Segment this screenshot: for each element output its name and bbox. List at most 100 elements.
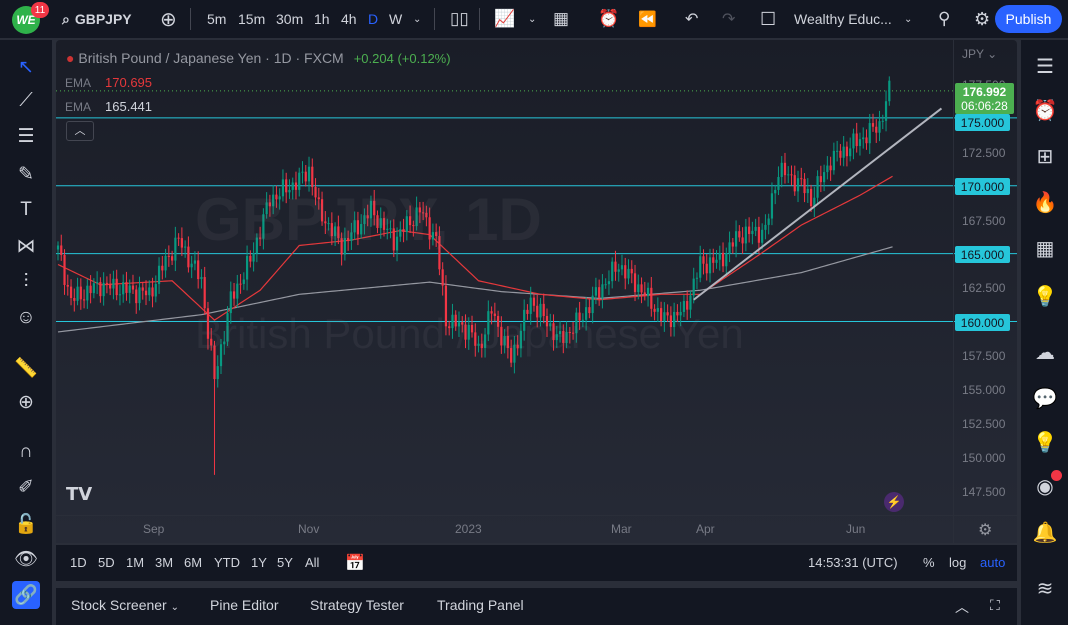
symbol-search[interactable]: ⌕ GBPJPY <box>62 0 132 38</box>
ema-slow-value: 165.441 <box>105 99 153 114</box>
link-icon[interactable]: 🔗 <box>12 581 40 609</box>
candle-body <box>702 256 705 264</box>
emoji-icon[interactable]: ☺ <box>12 304 40 332</box>
calendar-icon[interactable]: ▦ <box>1029 232 1061 264</box>
interval-15m[interactable]: 15m <box>238 0 265 38</box>
price-chart[interactable] <box>56 40 1017 543</box>
ideas-lightbulb-icon[interactable]: 💡 <box>1029 280 1061 312</box>
horizontal-lines-icon[interactable]: ☰ <box>12 122 40 150</box>
tab-pine-editor[interactable]: Pine Editor <box>210 597 278 613</box>
candles-icon[interactable]: ▯▯ <box>450 0 469 38</box>
lock-icon[interactable]: 🔓 <box>12 510 40 538</box>
trendline-tool-icon[interactable]: ⟋ <box>12 87 40 115</box>
lock-drawing-icon[interactable]: ✐ <box>12 473 40 501</box>
top-toolbar: WE 11 ⌕ GBPJPY ⊕ 5m 15m 30m 1h 4h D W ⌄ ▯… <box>0 0 1068 38</box>
cursor-icon[interactable]: ↖ <box>12 53 40 81</box>
candle-body <box>715 259 718 263</box>
range-ytd[interactable]: YTD <box>214 555 240 570</box>
log-toggle[interactable]: log <box>949 555 966 570</box>
alarm-clock-icon[interactable]: ⏰ <box>1029 94 1061 126</box>
interval-1h[interactable]: 1h <box>314 0 330 38</box>
zoom-in-icon[interactable]: ⊕ <box>12 388 40 416</box>
interval-4h[interactable]: 4h <box>341 0 357 38</box>
candle-body <box>56 245 60 250</box>
undo-icon[interactable]: ↶ <box>685 0 698 38</box>
maximize-panel-icon[interactable]: ⛶ <box>990 597 1000 614</box>
candle-body <box>135 289 138 304</box>
collapse-legend-button[interactable]: ︿ <box>66 121 94 141</box>
candle-body <box>128 285 131 293</box>
candle-body <box>650 287 653 309</box>
collapse-chevron-icon[interactable]: ≋ <box>1029 572 1061 604</box>
chevron-down-icon[interactable]: ⌄ <box>413 0 421 38</box>
brush-icon[interactable]: ✎ <box>12 160 40 188</box>
text-tool-icon[interactable]: T <box>12 196 40 224</box>
layout-checkbox-icon[interactable]: ☐ <box>760 0 776 38</box>
auto-toggle[interactable]: auto <box>980 555 1005 570</box>
chat-cloud-icon[interactable]: ☁ <box>1029 336 1061 368</box>
candle-body <box>803 178 806 194</box>
redo-icon[interactable]: ↷ <box>722 0 735 38</box>
candle-body <box>777 176 780 190</box>
candle-body <box>532 297 536 306</box>
add-list-icon[interactable]: ⊞ <box>1029 140 1061 172</box>
hline-tag: 165.000 <box>955 246 1010 263</box>
candle-body <box>796 178 800 192</box>
candle-body <box>115 278 118 296</box>
eye-icon[interactable]: 👁 <box>12 545 40 573</box>
range-3m[interactable]: 3M <box>155 555 173 570</box>
chart-pane[interactable] <box>56 40 1017 543</box>
collapse-panel-icon[interactable]: ︿ <box>955 597 969 617</box>
ruler-icon[interactable]: 📏 <box>12 354 40 382</box>
tab-trading-panel[interactable]: Trading Panel <box>437 597 524 613</box>
range-5y[interactable]: 5Y <box>277 555 293 570</box>
notifications-bell-icon[interactable]: 🔔 <box>1029 516 1061 548</box>
candle-body <box>249 255 252 262</box>
candle-body <box>731 242 734 247</box>
range-6m[interactable]: 6M <box>184 555 202 570</box>
currency-selector[interactable]: JPY ⌄ <box>962 47 997 61</box>
indicators-icon[interactable]: 📈 <box>494 0 515 38</box>
layout-grid-icon[interactable]: ▦ <box>553 0 569 38</box>
watchlist-icon[interactable]: ☰ <box>1029 50 1061 82</box>
prediction-icon[interactable]: ⫶ <box>12 268 40 296</box>
chevron-down-icon[interactable]: ⌄ <box>904 0 912 38</box>
range-1d[interactable]: 1D <box>70 555 87 570</box>
percent-toggle[interactable]: % <box>923 555 935 570</box>
chevron-down-icon[interactable]: ⌄ <box>528 0 536 38</box>
candle-body <box>734 231 738 247</box>
magnet-icon[interactable]: ∩ <box>12 438 40 466</box>
hotlist-fire-icon[interactable]: 🔥 <box>1029 186 1061 218</box>
replay-icon[interactable]: ⏪ <box>638 0 657 38</box>
clock-timezone[interactable]: 14:53:31 (UTC) <box>808 555 898 570</box>
compare-add-icon[interactable]: ⊕ <box>160 0 177 38</box>
chat-icon[interactable]: 💬 <box>1029 382 1061 414</box>
range-5d[interactable]: 5D <box>98 555 115 570</box>
ema-slow-legend[interactable]: EMA 165.441 <box>65 99 152 114</box>
layout-name[interactable]: Wealthy Educ... <box>794 0 892 38</box>
tab-stock-screener[interactable]: Stock Screener ⌄ <box>71 597 179 613</box>
tab-strategy-tester[interactable]: Strategy Tester <box>310 597 404 613</box>
chart-settings-gear-icon[interactable]: ⚙ <box>978 520 992 540</box>
interval-d[interactable]: D <box>368 0 378 38</box>
go-to-date-icon[interactable]: 📅 <box>345 553 365 573</box>
alert-icon[interactable]: ⏰ <box>598 0 619 38</box>
ema-fast-legend[interactable]: EMA 170.695 <box>65 75 152 90</box>
streams-icon[interactable]: 💡 <box>1029 426 1061 458</box>
settings-gear-icon[interactable]: ⚙ <box>974 0 990 38</box>
search-icon: ⌕ <box>62 10 70 27</box>
candle-body <box>725 253 728 267</box>
candle-body <box>819 176 822 183</box>
range-1y[interactable]: 1Y <box>251 555 267 570</box>
time-label: Sep <box>143 522 165 536</box>
pattern-icon[interactable]: ⋈ <box>12 232 40 260</box>
interval-5m[interactable]: 5m <box>207 0 226 38</box>
range-1m[interactable]: 1M <box>126 555 144 570</box>
candle-body <box>780 162 783 177</box>
interval-30m[interactable]: 30m <box>276 0 303 38</box>
lightning-icon[interactable]: ⚡ <box>884 492 904 512</box>
publish-button[interactable]: Publish <box>995 5 1062 33</box>
interval-w[interactable]: W <box>389 0 402 38</box>
quick-search-icon[interactable]: ⚲ <box>938 0 950 38</box>
range-all[interactable]: All <box>305 555 319 570</box>
